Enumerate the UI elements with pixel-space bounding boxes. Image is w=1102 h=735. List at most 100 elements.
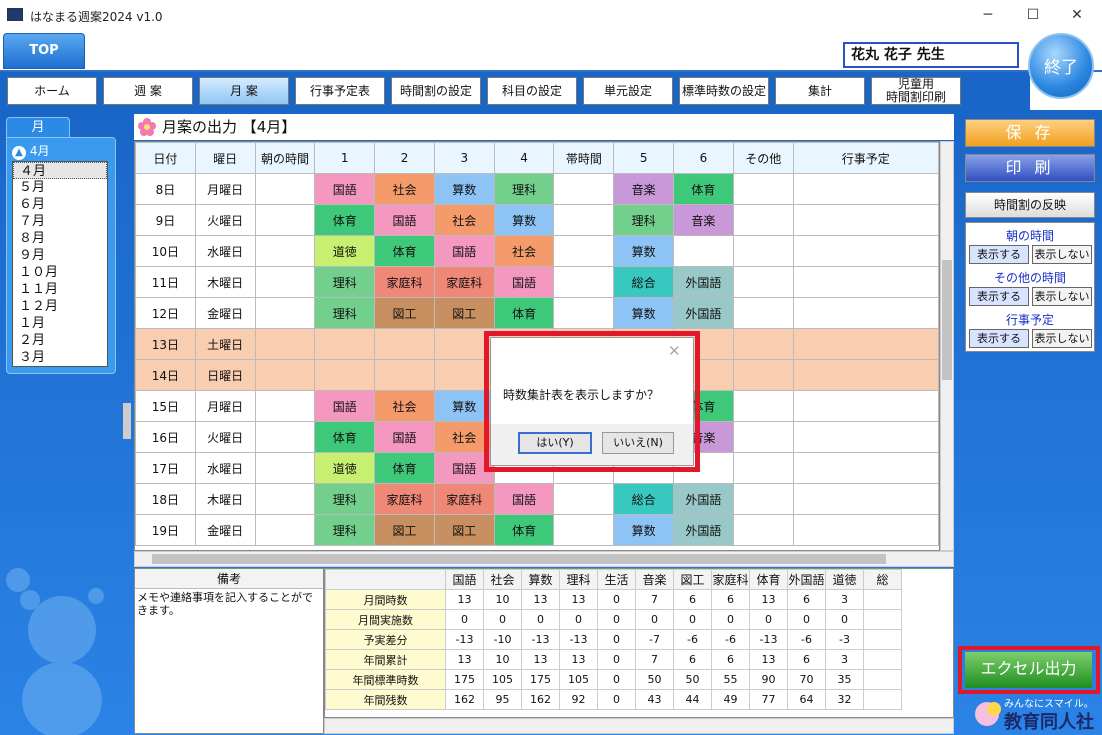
period-cell[interactable]: 家庭科 — [433, 266, 495, 298]
event-cell[interactable] — [792, 483, 939, 515]
other-cell[interactable] — [732, 235, 794, 267]
period-cell[interactable]: 国語 — [433, 235, 495, 267]
date-cell[interactable]: 16日 — [135, 421, 196, 453]
reflect-timetable-button[interactable]: 時間割の反映 — [965, 192, 1095, 218]
period-cell[interactable]: 国語 — [374, 421, 435, 453]
collapse-icon[interactable]: ▲ — [12, 146, 26, 160]
weekday-cell[interactable]: 火曜日 — [194, 204, 256, 236]
event-cell[interactable] — [792, 328, 939, 360]
month-item[interactable]: ３月 — [13, 349, 107, 366]
other-cell[interactable] — [732, 204, 794, 236]
event-cell[interactable] — [792, 452, 939, 484]
period-cell[interactable] — [314, 359, 376, 391]
morning-cell[interactable] — [254, 390, 316, 422]
weekday-cell[interactable]: 月曜日 — [194, 390, 256, 422]
event-cell[interactable] — [792, 390, 939, 422]
month-item[interactable]: ４月 — [13, 162, 107, 179]
period-cell[interactable]: 総合 — [613, 483, 675, 515]
period-cell[interactable]: 算数 — [613, 514, 675, 546]
morning-show-button[interactable]: 表示する — [969, 245, 1029, 264]
morning-cell[interactable] — [254, 328, 316, 360]
month-current[interactable]: ▲ 4月 — [12, 142, 110, 160]
weekday-cell[interactable]: 日曜日 — [194, 359, 256, 391]
month-item[interactable]: １１月 — [13, 281, 107, 298]
other-cell[interactable] — [732, 173, 794, 205]
nav-button-0[interactable]: ホーム — [7, 77, 97, 105]
period-cell[interactable]: 道徳 — [314, 452, 376, 484]
morning-cell[interactable] — [254, 204, 316, 236]
period-cell[interactable]: 家庭科 — [433, 483, 495, 515]
date-cell[interactable]: 10日 — [135, 235, 196, 267]
month-item[interactable]: ６月 — [13, 196, 107, 213]
other-cell[interactable] — [732, 452, 794, 484]
period-cell[interactable]: 外国語 — [673, 266, 734, 298]
date-cell[interactable]: 18日 — [135, 483, 196, 515]
event-cell[interactable] — [792, 297, 939, 329]
band-time-cell[interactable] — [553, 297, 615, 329]
date-cell[interactable]: 8日 — [135, 173, 196, 205]
month-list[interactable]: ４月 ５月 ６月 ７月 ８月 ９月 １０月 １１月 １２月 １月 ２月 ３月 — [12, 161, 108, 367]
period-cell[interactable]: 理科 — [314, 297, 376, 329]
date-cell[interactable]: 9日 — [135, 204, 196, 236]
nav-button-3[interactable]: 行事予定表 — [295, 77, 385, 105]
morning-cell[interactable] — [254, 359, 316, 391]
other-cell[interactable] — [732, 297, 794, 329]
month-item[interactable]: １０月 — [13, 264, 107, 281]
period-cell[interactable] — [673, 235, 734, 267]
period-cell[interactable]: 国語 — [374, 204, 435, 236]
month-item[interactable]: ５月 — [13, 179, 107, 196]
date-cell[interactable]: 17日 — [135, 452, 196, 484]
period-cell[interactable]: 家庭科 — [374, 483, 435, 515]
grid-vertical-scroll-thumb[interactable] — [942, 260, 952, 380]
event-hide-button[interactable]: 表示しない — [1032, 329, 1092, 348]
band-time-cell[interactable] — [553, 483, 615, 515]
band-time-cell[interactable] — [553, 266, 615, 298]
morning-cell[interactable] — [254, 483, 316, 515]
period-cell[interactable]: 算数 — [613, 235, 675, 267]
date-cell[interactable]: 19日 — [135, 514, 196, 546]
period-cell[interactable]: 音楽 — [673, 204, 734, 236]
period-cell[interactable]: 算数 — [433, 173, 495, 205]
other-hide-button[interactable]: 表示しない — [1032, 287, 1092, 306]
period-cell[interactable]: 理科 — [613, 204, 675, 236]
nav-button-9[interactable]: 児童用 時間割印刷 — [871, 77, 961, 105]
dialog-no-button[interactable]: いいえ(N) — [602, 432, 674, 454]
date-cell[interactable]: 11日 — [135, 266, 196, 298]
date-cell[interactable]: 13日 — [135, 328, 196, 360]
period-cell[interactable]: 家庭科 — [374, 266, 435, 298]
period-cell[interactable]: 国語 — [493, 266, 555, 298]
month-item[interactable]: ７月 — [13, 213, 107, 230]
period-cell[interactable]: 理科 — [314, 483, 376, 515]
panel-splitter[interactable] — [123, 403, 131, 439]
nav-button-7[interactable]: 標準時数の設定 — [679, 77, 769, 105]
period-cell[interactable]: 図工 — [374, 514, 435, 546]
weekday-cell[interactable]: 火曜日 — [194, 421, 256, 453]
date-cell[interactable]: 14日 — [135, 359, 196, 391]
event-show-button[interactable]: 表示する — [969, 329, 1029, 348]
period-cell[interactable]: 総合 — [613, 266, 675, 298]
period-cell[interactable] — [374, 359, 435, 391]
weekday-cell[interactable]: 木曜日 — [194, 483, 256, 515]
period-cell[interactable]: 外国語 — [673, 483, 734, 515]
other-cell[interactable] — [732, 514, 794, 546]
band-time-cell[interactable] — [553, 514, 615, 546]
band-time-cell[interactable] — [553, 204, 615, 236]
period-cell[interactable]: 社会 — [374, 173, 435, 205]
period-cell[interactable]: 社会 — [433, 204, 495, 236]
grid-horizontal-scroll-thumb[interactable] — [152, 554, 886, 564]
other-cell[interactable] — [732, 328, 794, 360]
nav-button-4[interactable]: 時間割の設定 — [391, 77, 481, 105]
period-cell[interactable]: 体育 — [314, 421, 376, 453]
close-button[interactable]: ✕ — [1062, 4, 1092, 26]
other-cell[interactable] — [732, 421, 794, 453]
date-cell[interactable]: 15日 — [135, 390, 196, 422]
weekday-cell[interactable]: 木曜日 — [194, 266, 256, 298]
remarks-textarea[interactable]: メモや連絡事項を記入することができます。 — [135, 589, 323, 619]
event-cell[interactable] — [792, 204, 939, 236]
other-cell[interactable] — [732, 390, 794, 422]
morning-cell[interactable] — [254, 452, 316, 484]
other-cell[interactable] — [732, 266, 794, 298]
morning-cell[interactable] — [254, 514, 316, 546]
morning-cell[interactable] — [254, 266, 316, 298]
morning-cell[interactable] — [254, 421, 316, 453]
